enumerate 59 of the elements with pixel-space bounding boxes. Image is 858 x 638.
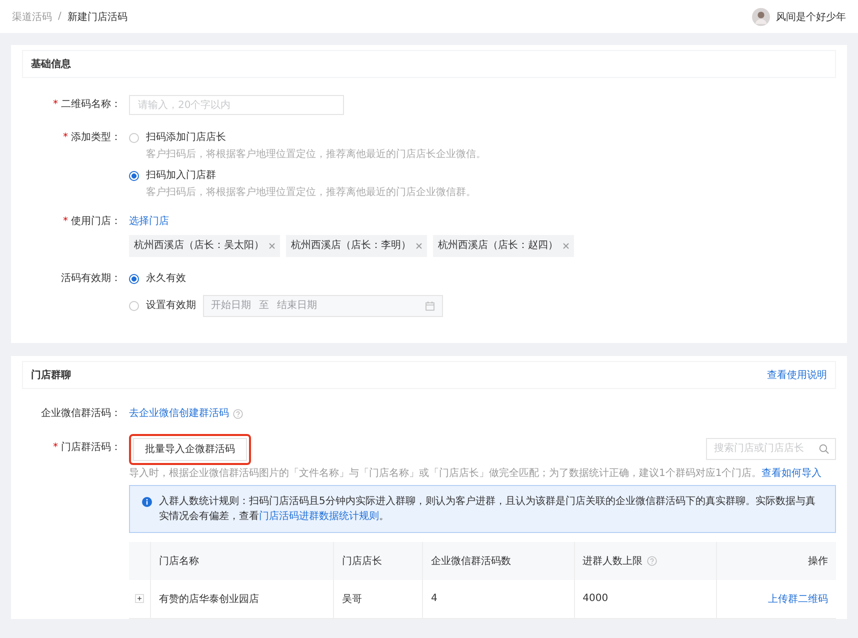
close-icon	[269, 242, 275, 248]
required-mark: *	[63, 214, 68, 228]
field-label: 添加类型：	[71, 130, 121, 144]
field-label: 活码有效期：	[61, 272, 121, 286]
option-label[interactable]: 扫码添加门店店长	[146, 128, 226, 148]
range-separator: 至	[259, 298, 269, 312]
section-title: 基础信息	[31, 58, 71, 71]
required-mark: *	[63, 130, 68, 144]
end-date-placeholder: 结束日期	[277, 298, 317, 312]
info-icon	[142, 496, 152, 506]
create-group-code-link[interactable]: 去企业微信创建群活码	[129, 404, 229, 424]
section-title: 门店群聊	[31, 368, 71, 382]
breadcrumb-item[interactable]: 渠道活码	[12, 10, 52, 24]
import-button[interactable]: 批量导入企微群活码	[133, 438, 247, 460]
field-label: 使用门店：	[71, 214, 121, 228]
close-icon	[563, 242, 569, 248]
help-icon	[233, 408, 243, 418]
field-label: 门店群活码：	[61, 440, 121, 454]
required-mark: *	[53, 440, 58, 454]
breadcrumb-item: 新建门店活码	[67, 10, 128, 24]
field-label: 二维码名称：	[61, 98, 121, 112]
help-icon	[646, 556, 657, 566]
option-label[interactable]: 永久有效	[146, 268, 186, 288]
option-hint: 客户扫码后，将根据客户地理位置定位，推荐离他最近的门店店长企业微信。	[145, 148, 487, 162]
search-icon	[819, 444, 829, 454]
table-cell: 4000	[582, 593, 608, 604]
upload-qr-link[interactable]: 上传群二维码	[768, 594, 828, 604]
breadcrumb-separator: /	[58, 11, 62, 22]
tag-label: 杭州西溪店（店长：赵四）	[438, 238, 558, 252]
table-cell: 有赞的店华泰创业园店	[159, 594, 259, 604]
notice-text: 入群人数统计规则：扫码门店活码且5分钟内实际进入群聊，则认为客户进群，且认为该群是门店关联的企业微信群活码下的真实群聊。实际数据与真实情况会有偏差，查看门店活码进群数据统计规则。	[159, 494, 816, 524]
calendar-icon	[425, 300, 435, 310]
avatar-icon	[752, 8, 770, 26]
tag-label: 杭州西溪店（店长：吴太阳）	[134, 238, 264, 252]
option-label[interactable]: 设置有效期	[146, 296, 196, 316]
close-icon	[416, 242, 422, 248]
select-store-link[interactable]: 选择门店	[129, 212, 836, 232]
required-mark: *	[53, 98, 58, 112]
column-header: 门店店长	[342, 554, 382, 568]
field-label: 企业微信群活码：	[41, 406, 121, 420]
column-header: 操作	[808, 554, 828, 568]
column-header: 企业微信群活码数	[430, 554, 511, 568]
expand-icon[interactable]	[135, 594, 144, 603]
column-header: 门店名称	[159, 554, 199, 568]
radio-button[interactable]	[129, 274, 139, 284]
date-range-field[interactable]: 开始日期 至 结束日期	[203, 294, 443, 316]
usage-guide-link[interactable]: 查看使用说明	[767, 368, 827, 382]
import-hint: 导入时，根据企业微信群活码图片的「文件名称」与「门店名称」或「门店店长」做完全匹配；为了数据统计正确，建议1个群码对应1个门店。查看如何导入	[129, 466, 823, 480]
start-date-placeholder: 开始日期	[211, 298, 251, 312]
option-label[interactable]: 扫码加入门店群	[146, 166, 216, 186]
table-cell: 吴哥	[342, 594, 362, 604]
column-header: 进群人数上限	[582, 554, 643, 568]
tag-label: 杭州西溪店（店长：李明）	[291, 238, 411, 252]
table-cell: 4	[430, 593, 438, 604]
statistics-rule-link[interactable]: 门店活码进群数据统计规则	[259, 510, 379, 522]
user-name[interactable]: 风间是个好少年	[776, 10, 846, 24]
how-to-import-link[interactable]: 查看如何导入	[762, 468, 822, 478]
radio-button[interactable]	[129, 170, 139, 180]
option-hint: 客户扫码后，将根据客户地理位置定位，推荐离他最近的门店企业微信群。	[145, 186, 477, 200]
